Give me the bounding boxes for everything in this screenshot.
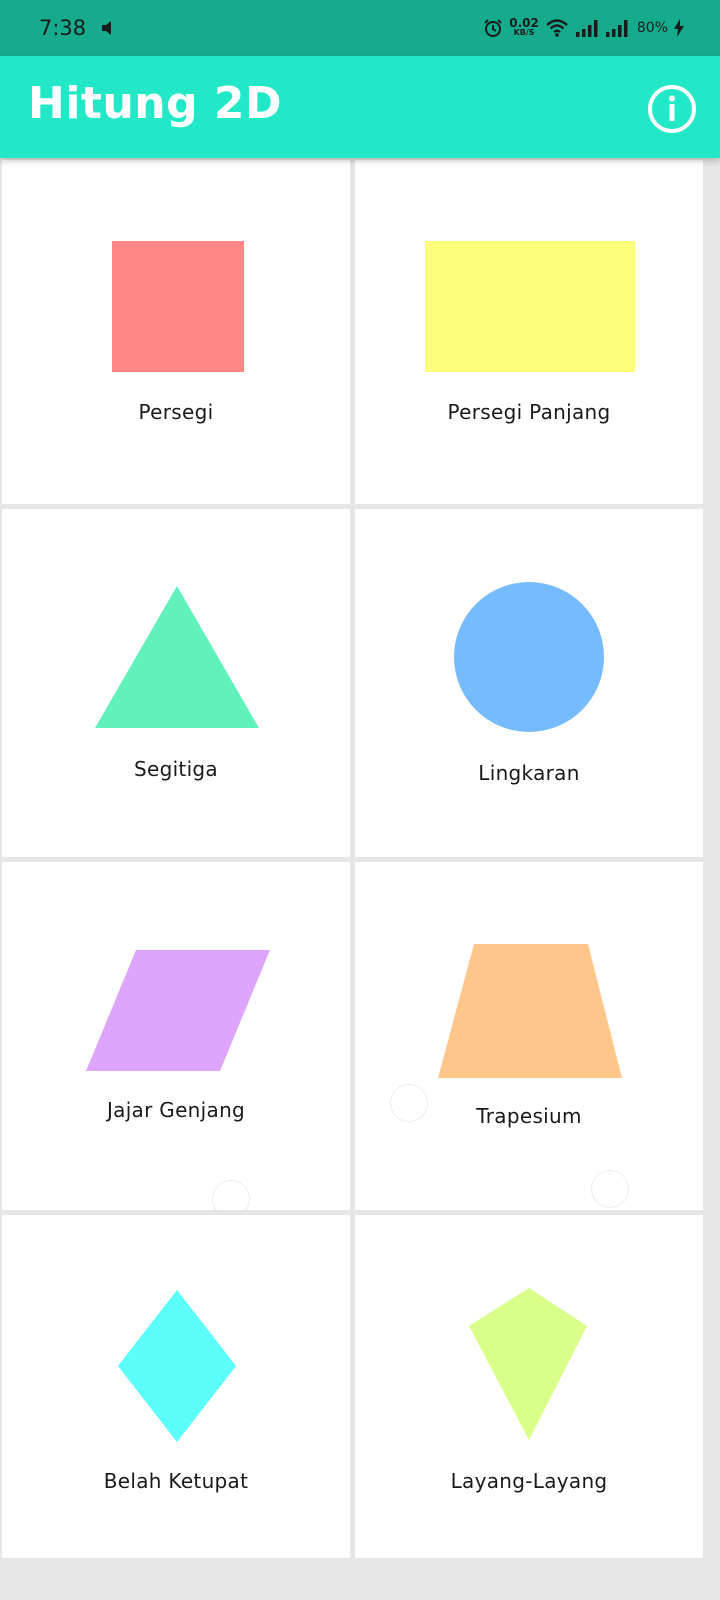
shape-card-lingkaran[interactable]: Lingkaran [355, 509, 703, 857]
rectangle-shape [425, 241, 635, 372]
charging-icon [674, 19, 684, 37]
shape-label: Lingkaran [478, 761, 580, 785]
network-speed-unit: KB/S [513, 28, 535, 37]
status-time: 7:38 [39, 16, 87, 40]
alarm-icon [484, 19, 502, 37]
shape-card-jajar-genjang[interactable]: Jajar Genjang [2, 862, 350, 1210]
circle-shape [454, 582, 604, 732]
shape-label: Layang-Layang [450, 1469, 608, 1493]
shape-card-persegi-panjang[interactable]: Persegi Panjang [355, 160, 703, 504]
shape-card-belah-ketupat[interactable]: Belah Ketupat [2, 1215, 350, 1558]
shape-label: Belah Ketupat [103, 1469, 249, 1493]
shape-card-trapesium[interactable]: Trapesium [355, 862, 703, 1210]
sound-icon [102, 21, 111, 35]
parallelogram-shape [86, 950, 270, 1071]
touch-ripple [212, 1180, 250, 1210]
square-shape [112, 241, 244, 372]
kite-shape [469, 1288, 587, 1440]
shape-card-layang-layang[interactable]: Layang-Layang [355, 1215, 703, 1558]
shape-label: Persegi Panjang [447, 400, 611, 424]
shape-grid: Persegi Persegi Panjang Segitiga Lingkar… [0, 158, 720, 1600]
trapezoid-shape [438, 944, 622, 1078]
signal-icon-2 [605, 20, 628, 37]
app-bar: Hitung 2D [0, 56, 720, 158]
status-bar: 7:38 0.02 KB/S 80% [0, 0, 720, 56]
triangle-shape [95, 586, 259, 728]
wifi-icon [546, 19, 568, 37]
battery-percent: 80% [636, 20, 668, 36]
shape-label: Jajar Genjang [106, 1098, 246, 1122]
network-speed: 0.02 KB/S [509, 16, 539, 38]
network-speed-value: 0.02 [509, 16, 539, 30]
app-title: Hitung 2D [28, 78, 283, 129]
shape-card-persegi[interactable]: Persegi [2, 160, 350, 504]
touch-ripple [390, 1084, 428, 1122]
touch-ripple [591, 1170, 629, 1208]
shape-label: Persegi [138, 400, 214, 424]
shape-label: Segitiga [133, 757, 218, 781]
info-icon[interactable] [647, 84, 697, 134]
signal-icon-1 [575, 20, 598, 37]
shape-card-segitiga[interactable]: Segitiga [2, 509, 350, 857]
rhombus-shape [118, 1290, 236, 1442]
